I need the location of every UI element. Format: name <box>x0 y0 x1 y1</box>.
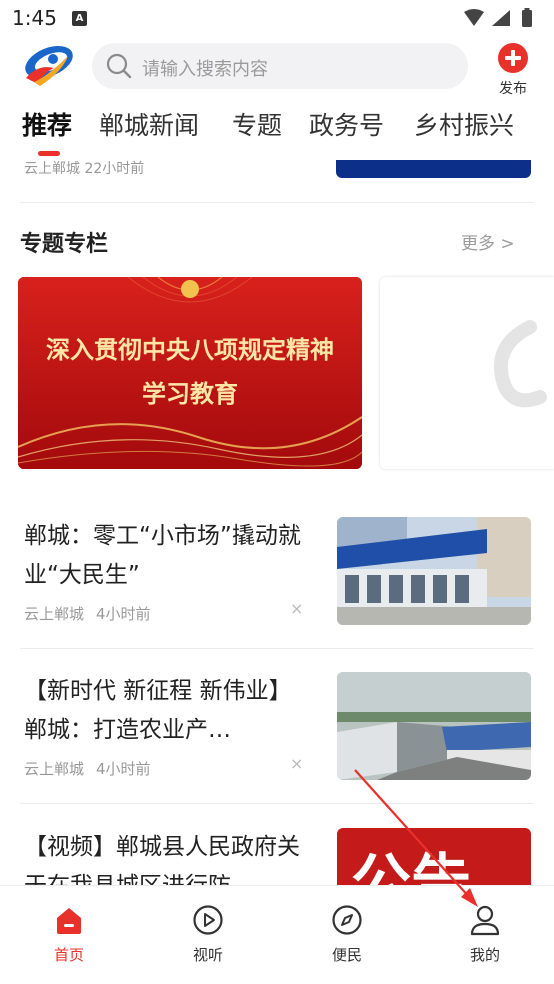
list-item[interactable]: 【新时代 新征程 新伟业】郸城：打造农业产… 云上郸城 4小时前 × <box>0 672 554 812</box>
publish-button[interactable]: 发布 <box>490 42 536 98</box>
news-title: 郸城：零工“小市场”撬动就业“大民生” <box>24 523 301 588</box>
tab-recommend[interactable]: 推荐 <box>22 106 72 142</box>
notification-icon: A <box>72 11 87 26</box>
nav-services[interactable]: 便民 <box>297 900 397 970</box>
category-tabs: 推荐 郸城新闻 专题 政务号 乡村振兴 <box>0 100 554 160</box>
wifi-icon <box>464 9 484 26</box>
close-icon[interactable]: × <box>290 754 303 773</box>
news-thumbnail <box>337 517 531 625</box>
tab-dancheng-news[interactable]: 郸城新闻 <box>99 106 199 142</box>
nav-home-label: 首页 <box>53 946 84 964</box>
news-time: 4小时前 <box>96 605 151 623</box>
divider <box>20 648 534 649</box>
publish-label: 发布 <box>499 81 527 97</box>
news-meta: 云上郸城 4小时前 <box>24 603 151 624</box>
news-meta: 云上郸城 22小时前 <box>24 161 145 177</box>
search-input[interactable]: 请输入搜索内容 <box>142 55 268 81</box>
divider <box>20 202 534 203</box>
play-icon <box>193 905 223 935</box>
search-bar[interactable]: 请输入搜索内容 <box>92 43 468 89</box>
app-logo-icon[interactable] <box>20 42 76 88</box>
news-title: 【视频】郸城县人民政府关于在我县城区进行防 <box>24 834 300 885</box>
search-icon <box>106 53 132 79</box>
header: 请输入搜索内容 发布 <box>0 36 554 98</box>
status-time: 1:45 <box>12 6 57 30</box>
status-bar: 1:45 A <box>0 0 554 36</box>
nav-profile[interactable]: 我的 <box>435 900 535 970</box>
battery-icon <box>522 10 532 27</box>
news-time: 4小时前 <box>96 760 151 778</box>
more-link[interactable]: 更多 > <box>461 229 515 254</box>
signal-icon <box>492 10 510 26</box>
banner-title-line1: 深入贯彻中央八项规定精神 <box>46 335 334 364</box>
banner-title-line2: 学习教育 <box>142 379 238 408</box>
nav-profile-label: 我的 <box>469 946 500 964</box>
nav-video[interactable]: 视听 <box>158 900 258 970</box>
tab-topics[interactable]: 专题 <box>232 106 282 142</box>
close-icon[interactable]: × <box>290 599 303 618</box>
emblem-icon <box>181 280 199 298</box>
tab-rural-revitalization[interactable]: 乡村振兴 <box>414 106 514 142</box>
list-item[interactable]: 云上郸城 22小时前 <box>0 160 554 202</box>
list-item[interactable]: 郸城：零工“小市场”撬动就业“大民生” 云上郸城 4小时前 × <box>0 517 554 657</box>
nav-video-label: 视听 <box>192 946 223 964</box>
topic-banner[interactable]: 深入贯彻中央八项规定精神 学习教育 <box>18 277 362 469</box>
news-title: 【新时代 新征程 新伟业】郸城：打造农业产… <box>24 678 292 743</box>
news-meta: 云上郸城 4小时前 <box>24 758 151 779</box>
topic-banner-next[interactable] <box>380 277 554 469</box>
section-title: 专题专栏 <box>20 232 109 257</box>
divider <box>20 803 534 804</box>
banner-background <box>18 277 362 469</box>
feed[interactable]: 云上郸城 22小时前 专题专栏 更多 > 深入贯彻中央八项规定精神 学习教育 郸… <box>0 160 554 885</box>
plus-icon <box>498 43 528 73</box>
compass-icon <box>332 905 362 935</box>
list-item[interactable]: 【视频】郸城县人民政府关于在我县城区进行防 公告 <box>0 828 554 885</box>
user-icon <box>470 905 500 936</box>
news-source: 云上郸城 <box>24 760 85 778</box>
nav-home[interactable]: 首页 <box>19 900 119 970</box>
news-thumbnail <box>337 672 531 780</box>
tab-government[interactable]: 政务号 <box>309 106 384 142</box>
active-tab-indicator <box>38 151 60 156</box>
news-source: 云上郸城 <box>24 605 85 623</box>
news-thumbnail: 公告 <box>337 828 531 885</box>
bottom-nav: 首页 视听 便民 我的 <box>0 885 554 984</box>
status-icons <box>464 8 532 27</box>
news-thumbnail <box>336 160 531 178</box>
thumbnail-text: 公告 <box>351 848 471 885</box>
home-icon <box>57 908 81 934</box>
nav-services-label: 便民 <box>331 946 362 964</box>
logo-watermark-icon <box>494 320 547 408</box>
